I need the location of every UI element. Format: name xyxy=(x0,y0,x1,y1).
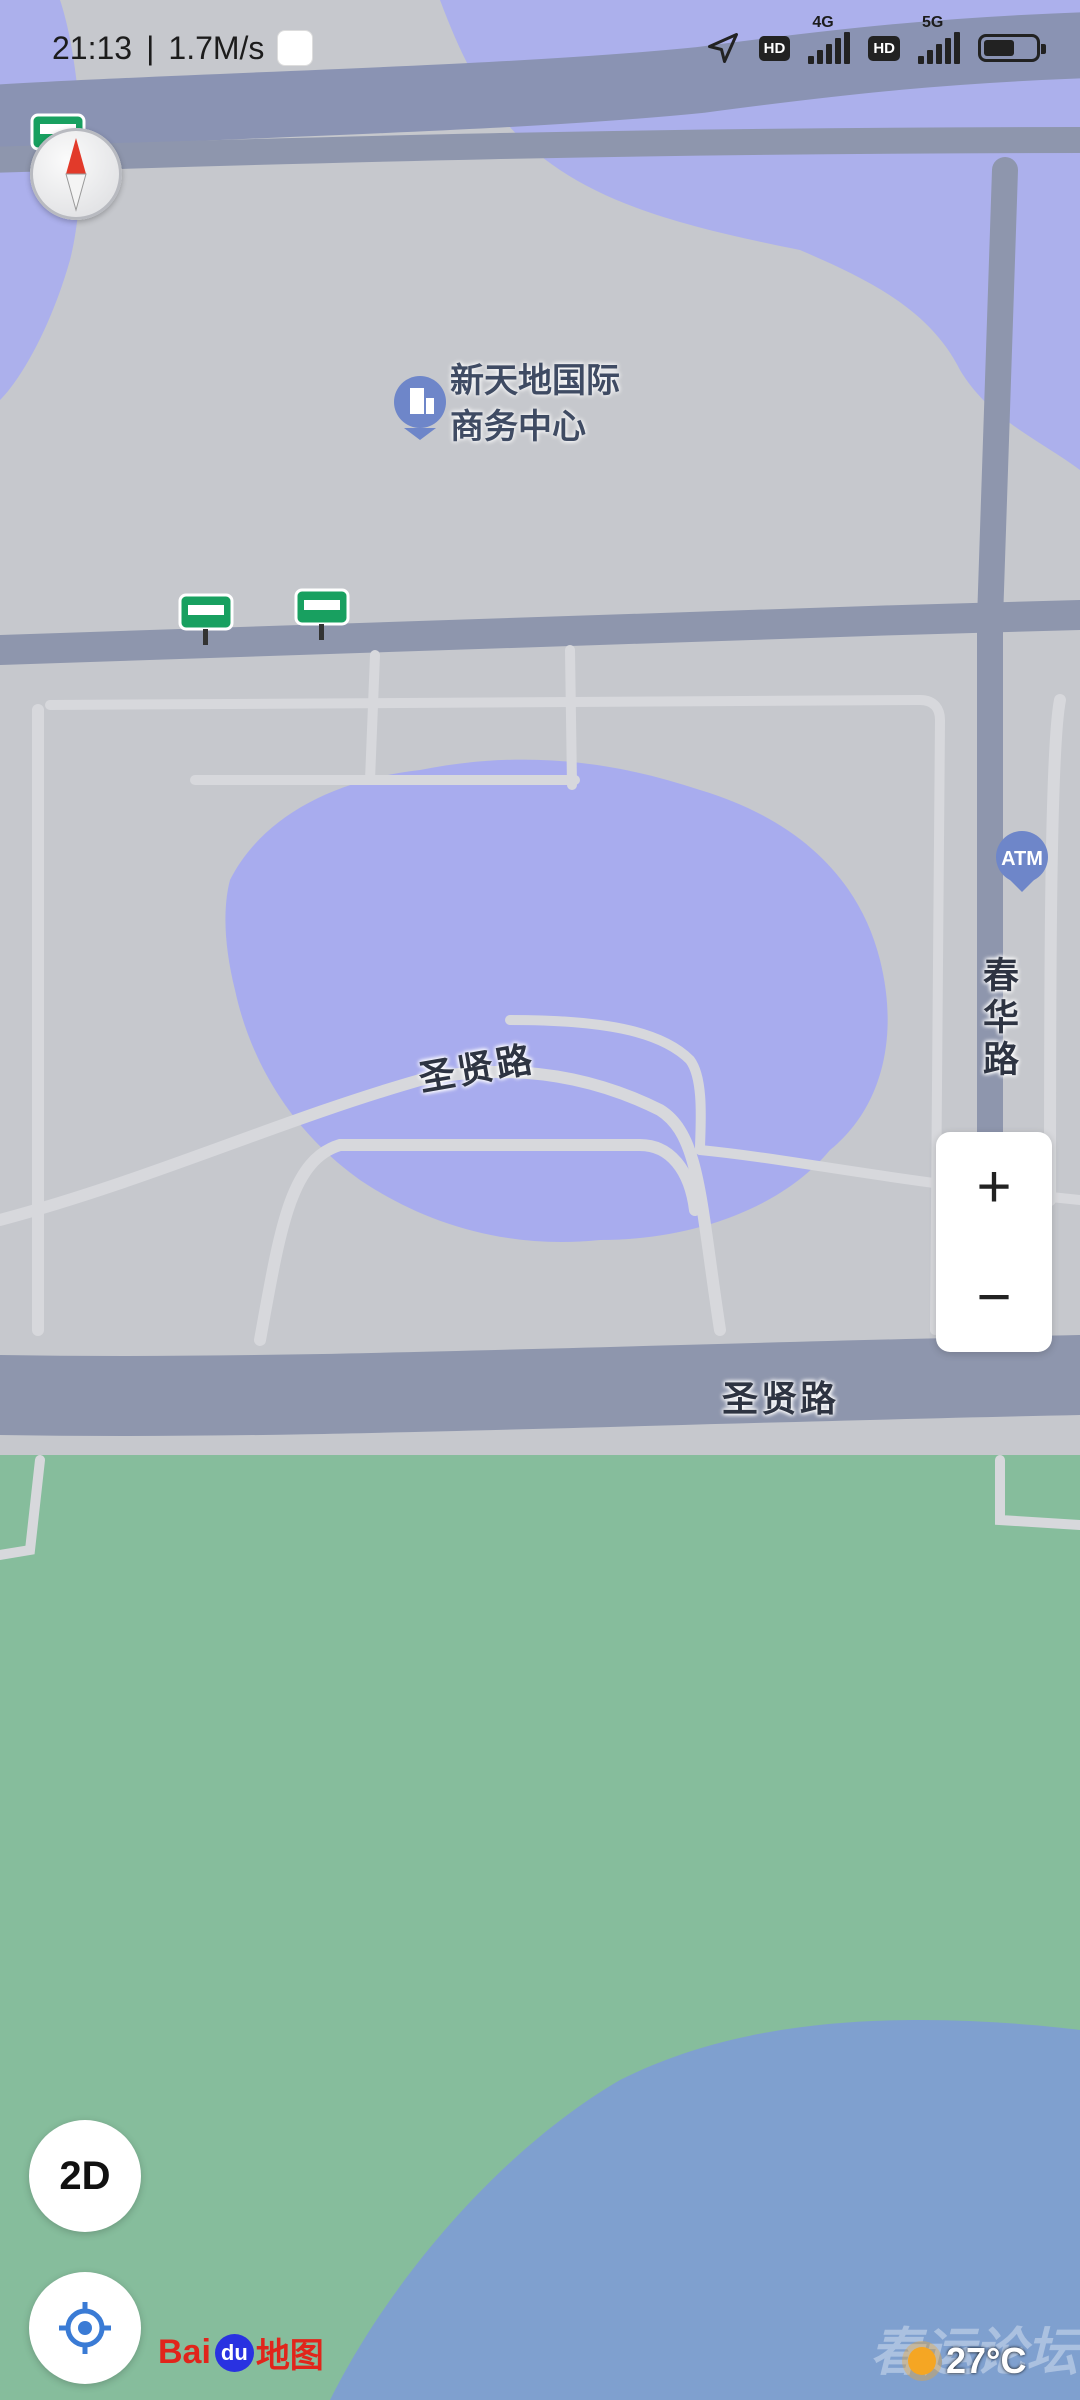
compass-needle-icon xyxy=(65,138,87,212)
battery-icon xyxy=(978,34,1046,62)
temperature-label: 27°C xyxy=(946,2340,1027,2381)
hd-badge: HD xyxy=(758,35,791,61)
zoom-controls: + − xyxy=(936,1132,1052,1352)
app-notification-icon xyxy=(278,31,313,65)
atm-label: ATM xyxy=(1001,848,1043,870)
crosshair-icon xyxy=(59,2302,111,2354)
location-arrow-icon xyxy=(707,33,738,63)
signal-4g-icon: 4G xyxy=(808,14,851,64)
locate-me-button[interactable] xyxy=(29,2272,141,2384)
baidu-map-logo: Bai du 地图 xyxy=(158,2333,324,2375)
sun-icon xyxy=(908,2347,936,2375)
road-label-shengxian-lower: 圣贤路 xyxy=(722,1378,840,1419)
status-separator: | xyxy=(146,29,155,66)
zoom-in-button[interactable]: + xyxy=(976,1157,1011,1217)
weather-widget[interactable]: 27°C xyxy=(908,2340,1026,2382)
status-time: 21:13 xyxy=(52,29,133,66)
zoom-out-button[interactable]: − xyxy=(976,1267,1011,1327)
status-bar: 21:13 | 1.7M/s HD 4G HD 5G xyxy=(0,0,1080,96)
status-network-speed: 1.7M/s xyxy=(168,29,265,66)
compass-button[interactable] xyxy=(30,128,122,220)
signal-5g-icon: 5G xyxy=(918,14,960,64)
road-label-chunhua: 春华路 xyxy=(978,956,1019,1082)
hd-badge-2: HD xyxy=(868,35,900,61)
view-mode-2d-button[interactable]: 2D xyxy=(29,2120,141,2232)
poi-business-center-label[interactable]: 新天地国际 商务中心 xyxy=(450,358,650,450)
